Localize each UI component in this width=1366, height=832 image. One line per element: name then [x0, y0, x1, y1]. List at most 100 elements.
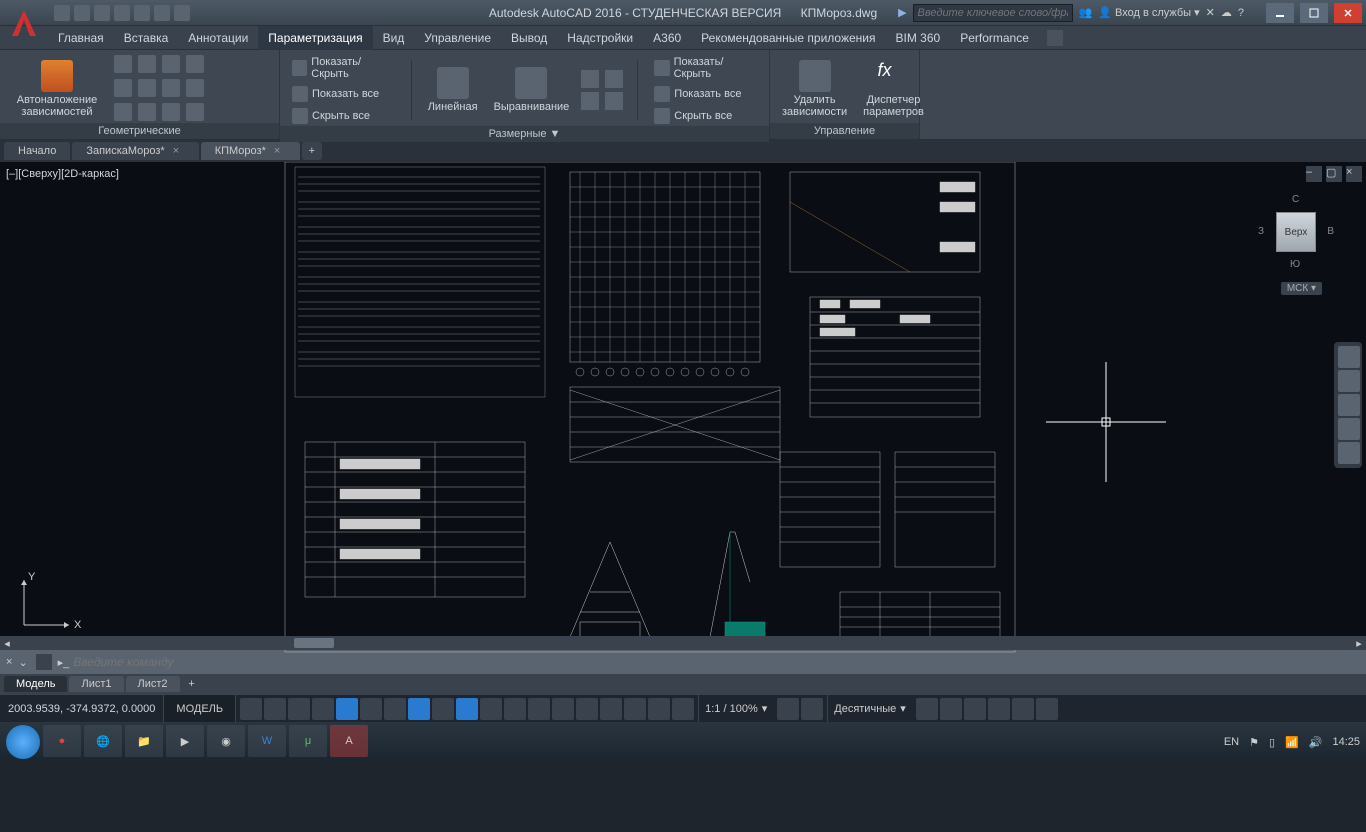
- close-tab-icon[interactable]: ×: [274, 145, 286, 157]
- tab-addins[interactable]: Надстройки: [557, 26, 643, 50]
- viewcube-south[interactable]: Ю: [1290, 259, 1300, 270]
- snap-toggle[interactable]: [264, 698, 286, 720]
- close-button[interactable]: [1334, 3, 1362, 23]
- qat-undo-icon[interactable]: [154, 5, 170, 21]
- selection-filter-toggle[interactable]: [600, 698, 622, 720]
- diameter-icon[interactable]: [581, 92, 599, 110]
- tab-output[interactable]: Вывод: [501, 26, 557, 50]
- show-hide-dim-button[interactable]: Показать/Скрыть: [650, 54, 761, 82]
- vp-minimize-icon[interactable]: –: [1306, 166, 1322, 182]
- arrow-right-icon[interactable]: ▶: [898, 6, 906, 19]
- taskbar-torrent-icon[interactable]: μ: [289, 725, 327, 757]
- 3dosnap-toggle[interactable]: [432, 698, 454, 720]
- viewcube-north[interactable]: С: [1292, 194, 1299, 205]
- equal-icon[interactable]: [186, 103, 204, 121]
- scroll-right-icon[interactable]: ▸: [1352, 636, 1366, 650]
- symmetric-icon[interactable]: [162, 103, 180, 121]
- show-hide-button[interactable]: Показать/Скрыть: [288, 54, 399, 82]
- workspace-toggle[interactable]: [777, 698, 799, 720]
- drawing-canvas[interactable]: [–][Сверху][2D-каркас] – ▢ ×: [0, 162, 1366, 650]
- tray-battery-icon[interactable]: ▯: [1269, 736, 1275, 749]
- annotation-toggle[interactable]: [648, 698, 670, 720]
- clean-screen-toggle[interactable]: [1012, 698, 1034, 720]
- qat-save-icon[interactable]: [94, 5, 110, 21]
- autoscale-toggle[interactable]: [672, 698, 694, 720]
- taskbar-explorer-icon[interactable]: 📁: [125, 725, 163, 757]
- lock-ui-toggle[interactable]: [940, 698, 962, 720]
- tray-network-icon[interactable]: 📶: [1285, 736, 1299, 749]
- taskbar-chrome-icon[interactable]: ◉: [207, 725, 245, 757]
- orbit-icon[interactable]: [1338, 418, 1360, 440]
- start-button[interactable]: [6, 725, 40, 759]
- tab-doc2[interactable]: КПМороз*×: [201, 142, 300, 160]
- tray-volume-icon[interactable]: 🔊: [1309, 736, 1323, 749]
- wcs-dropdown[interactable]: МСК ▾: [1281, 282, 1322, 295]
- horizontal-scrollbar[interactable]: ◂ ▸: [0, 636, 1366, 650]
- convert-icon[interactable]: [605, 92, 623, 110]
- qp-toggle[interactable]: [916, 698, 938, 720]
- dynamic-input-toggle[interactable]: [312, 698, 334, 720]
- qat-plot-icon[interactable]: [134, 5, 150, 21]
- collinear-icon[interactable]: [138, 55, 156, 73]
- vp-maximize-icon[interactable]: ▢: [1326, 166, 1342, 182]
- scroll-left-icon[interactable]: ◂: [0, 636, 14, 650]
- vertical-icon[interactable]: [186, 79, 204, 97]
- tab-performance[interactable]: Performance: [950, 26, 1039, 50]
- fix-icon[interactable]: [186, 55, 204, 73]
- taskbar-media-icon[interactable]: ▶: [166, 725, 204, 757]
- annotation-monitor-toggle[interactable]: [801, 698, 823, 720]
- steering-wheel-icon[interactable]: [1338, 346, 1360, 368]
- add-layout-button[interactable]: +: [182, 676, 202, 692]
- cmd-close-icon[interactable]: ×: [6, 656, 12, 668]
- panel-title-dimensional[interactable]: Размерные ▼: [280, 126, 769, 142]
- showmotion-icon[interactable]: [1338, 442, 1360, 464]
- scroll-thumb[interactable]: [294, 638, 334, 648]
- isolate-toggle[interactable]: [964, 698, 986, 720]
- qat-new-icon[interactable]: [54, 5, 70, 21]
- delete-constraints-button[interactable]: Удалить зависимости: [778, 56, 851, 122]
- add-tab-button[interactable]: +: [302, 142, 322, 160]
- show-all-button[interactable]: Показать все: [288, 84, 399, 104]
- units-dropdown-icon[interactable]: ▾: [900, 702, 906, 715]
- zoom-icon[interactable]: [1338, 394, 1360, 416]
- command-input[interactable]: [73, 655, 1360, 669]
- taskbar-opera-icon[interactable]: ●: [43, 725, 81, 757]
- tab-featured-apps[interactable]: Рекомендованные приложения: [691, 26, 885, 50]
- otrack-toggle[interactable]: [456, 698, 478, 720]
- lineweight-toggle[interactable]: [480, 698, 502, 720]
- tray-clock[interactable]: 14:25: [1332, 736, 1360, 748]
- viewcube[interactable]: Верх С Ю В З: [1256, 192, 1336, 272]
- model-space-button[interactable]: МОДЕЛЬ: [164, 695, 236, 722]
- dynamic-ucs-toggle[interactable]: [576, 698, 598, 720]
- qat-saveas-icon[interactable]: [114, 5, 130, 21]
- cloud-icon[interactable]: ☁: [1221, 6, 1232, 19]
- tab-insert[interactable]: Вставка: [114, 26, 179, 50]
- tab-manage[interactable]: Управление: [414, 26, 501, 50]
- hide-all-dim-button[interactable]: Скрыть все: [650, 106, 761, 126]
- polar-toggle[interactable]: [360, 698, 382, 720]
- tab-view[interactable]: Вид: [373, 26, 415, 50]
- taskbar-ie-icon[interactable]: 🌐: [84, 725, 122, 757]
- infer-toggle[interactable]: [288, 698, 310, 720]
- cmd-recent-icon[interactable]: ⌄: [18, 656, 27, 669]
- tray-action-center-icon[interactable]: ⚑: [1249, 736, 1259, 749]
- tray-lang[interactable]: EN: [1224, 736, 1239, 748]
- maximize-button[interactable]: [1300, 3, 1328, 23]
- vp-close-icon[interactable]: ×: [1346, 166, 1362, 182]
- perpendicular-icon[interactable]: [138, 79, 156, 97]
- panel-title-manage[interactable]: Управление: [770, 123, 919, 139]
- tab-parametric[interactable]: Параметризация: [258, 26, 372, 50]
- hardware-accel-toggle[interactable]: [988, 698, 1010, 720]
- layout-sheet2[interactable]: Лист2: [126, 676, 180, 692]
- tab-annotate[interactable]: Аннотации: [178, 26, 258, 50]
- linear-button[interactable]: Линейная: [424, 63, 482, 117]
- annotation-scale[interactable]: 1:1 / 100%: [705, 703, 758, 715]
- app-logo[interactable]: [4, 4, 44, 44]
- concentric-icon[interactable]: [162, 55, 180, 73]
- tab-start[interactable]: Начало: [4, 142, 70, 160]
- show-all-dim-button[interactable]: Показать все: [650, 84, 761, 104]
- horizontal-icon[interactable]: [162, 79, 180, 97]
- coincident-icon[interactable]: [114, 55, 132, 73]
- iso-toggle[interactable]: [384, 698, 406, 720]
- panel-title-geometric[interactable]: Геометрические: [0, 123, 279, 139]
